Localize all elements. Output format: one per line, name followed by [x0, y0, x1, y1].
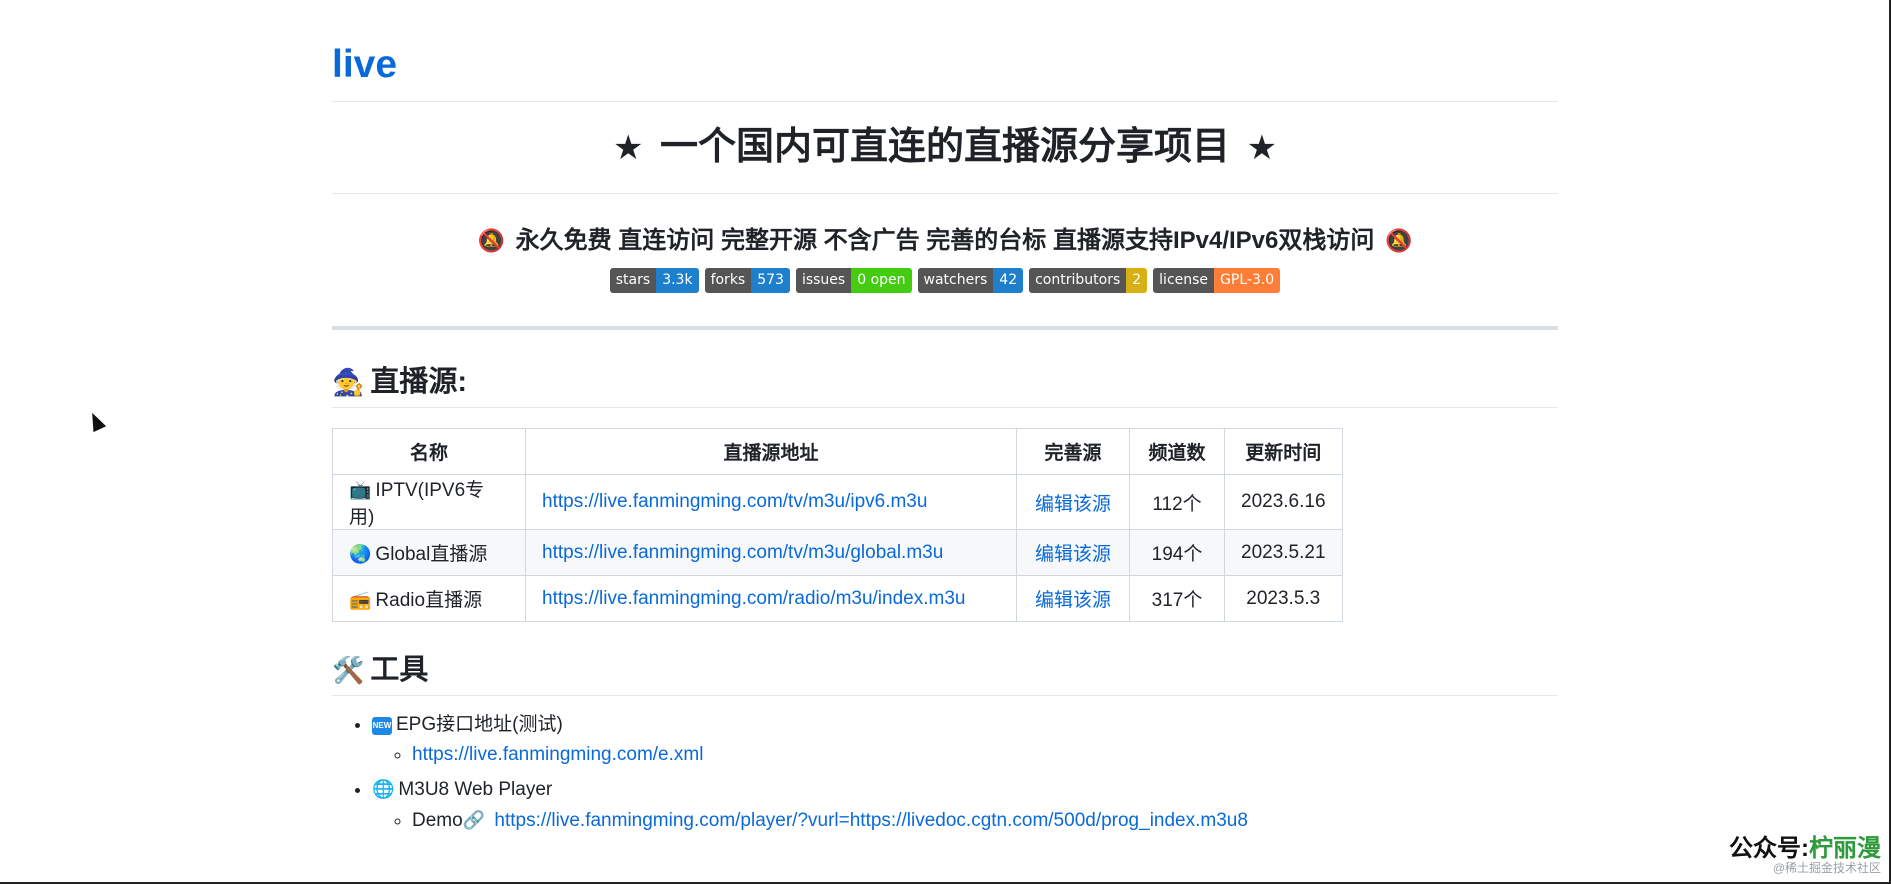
col-header-channels: 频道数 — [1129, 428, 1225, 475]
col-header-url: 直播源地址 — [525, 428, 1017, 475]
tool-label: EPG接口地址(测试) — [396, 714, 563, 735]
tools-icon: 🛠️ — [332, 655, 365, 685]
badge-value: 42 — [993, 268, 1024, 293]
cell-name: 📺 IPTV(IPV6专用) — [332, 474, 526, 530]
section-heading-live: 🧙 直播源: — [332, 360, 1558, 408]
section-heading-tools: 🛠️ 工具 — [332, 648, 1558, 696]
readme-content: live ★ 一个国内可直连的直播源分享项目 ★ 🔕 永久免费 直连访问 完整开… — [332, 0, 1558, 840]
cell-name: 🌏 Global直播源 — [332, 529, 526, 576]
cell-updated: 2023.6.16 — [1224, 474, 1343, 530]
source-url-link[interactable]: https://live.fanmingming.com/tv/m3u/glob… — [542, 542, 943, 563]
edit-source-link[interactable]: 编辑该源 — [1035, 494, 1111, 515]
section-title: 直播源: — [370, 366, 468, 398]
col-header-name: 名称 — [332, 428, 526, 475]
hero-title: ★ 一个国内可直连的直播源分享项目 ★ — [332, 102, 1558, 194]
badge-issues[interactable]: issues 0 open — [795, 268, 912, 293]
link-icon: 🔗 — [462, 810, 486, 830]
section-title: 工具 — [370, 654, 429, 686]
demo-label: Demo — [412, 810, 463, 831]
divider — [332, 326, 1558, 330]
globe-icon: 🌐 — [372, 779, 395, 799]
badge-stars[interactable]: stars 3.3k — [609, 268, 699, 293]
badge-value: 2 — [1126, 268, 1148, 293]
cell-updated: 2023.5.21 — [1224, 529, 1343, 576]
list-item: https://live.fanmingming.com/e.xml — [412, 740, 1558, 770]
edit-source-link[interactable]: 编辑该源 — [1035, 544, 1111, 565]
live-source-table: 名称 直播源地址 完善源 频道数 更新时间 📺 IPTV(IPV6专用) http… — [332, 428, 1343, 622]
badge-license[interactable]: license GPL-3.0 — [1153, 268, 1281, 293]
badge-watchers[interactable]: watchers 42 — [917, 268, 1024, 293]
badge-value: 3.3k — [656, 268, 699, 293]
tv-icon: 📺 — [349, 480, 372, 500]
globe-icon: 🌏 — [349, 544, 372, 564]
new-badge-icon: NEW — [372, 717, 392, 735]
cell-channels: 317个 — [1129, 575, 1225, 622]
tagline: 🔕 永久免费 直连访问 完整开源 不含广告 完善的台标 直播源支持IPv4/IP… — [332, 226, 1558, 256]
source-url-link[interactable]: https://live.fanmingming.com/tv/m3u/ipv6… — [542, 491, 927, 512]
cell-channels: 194个 — [1129, 529, 1225, 576]
col-header-updated: 更新时间 — [1224, 428, 1343, 475]
cell-name: 📻 Radio直播源 — [332, 575, 526, 622]
repo-title[interactable]: live — [332, 0, 1558, 102]
badge-forks[interactable]: forks 573 — [704, 268, 790, 293]
radio-icon: 📻 — [349, 590, 372, 610]
list-item: Demo🔗 https://live.fanmingming.com/playe… — [412, 805, 1558, 836]
bell-off-icon: 🔕 — [477, 228, 505, 253]
bell-off-icon: 🔕 — [1385, 228, 1413, 253]
watermark: 公众号:柠丽漫 @稀土掘金技术社区 — [1729, 835, 1881, 875]
tools-list: NEWEPG接口地址(测试) https://live.fanmingming.… — [332, 710, 1558, 836]
badge-row: stars 3.3k forks 573 issues 0 open watchers… — [332, 268, 1558, 294]
badge-value: 573 — [751, 268, 790, 293]
cell-channels: 112个 — [1129, 474, 1225, 530]
col-header-edit: 完善源 — [1016, 428, 1130, 475]
star-icon: ★ — [1246, 129, 1278, 167]
player-demo-link[interactable]: https://live.fanmingming.com/player/?vur… — [494, 810, 1248, 831]
star-icon: ★ — [612, 129, 644, 167]
edit-source-link[interactable]: 编辑该源 — [1035, 590, 1111, 611]
badge-value: GPL-3.0 — [1214, 268, 1281, 293]
badge-contributors[interactable]: contributors 2 — [1029, 268, 1148, 293]
cell-updated: 2023.5.3 — [1224, 575, 1343, 622]
table-header-row: 名称 直播源地址 完善源 频道数 更新时间 — [332, 428, 1343, 475]
source-url-link[interactable]: https://live.fanmingming.com/radio/m3u/i… — [542, 588, 965, 609]
table-row: 📺 IPTV(IPV6专用) https://live.fanmingming.c… — [332, 474, 1343, 530]
table-row: 📻 Radio直播源 https://live.fanmingming.com/r… — [332, 575, 1343, 622]
tool-label: M3U8 Web Player — [398, 779, 553, 800]
table-row: 🌏 Global直播源 https://live.fanmingming.com/… — [332, 529, 1343, 576]
wizard-icon: 🧙 — [332, 367, 365, 397]
mouse-cursor-icon — [85, 409, 107, 433]
hero-title-text: 一个国内可直连的直播源分享项目 — [659, 126, 1230, 168]
list-item: NEWEPG接口地址(测试) https://live.fanmingming.… — [372, 710, 1558, 770]
epg-link[interactable]: https://live.fanmingming.com/e.xml — [412, 744, 703, 765]
tagline-text: 永久免费 直连访问 完整开源 不含广告 完善的台标 直播源支持IPv4/IPv6… — [515, 227, 1375, 254]
list-item: 🌐M3U8 Web Player Demo🔗 https://live.fanm… — [372, 774, 1558, 836]
badge-value: 0 open — [851, 268, 912, 293]
